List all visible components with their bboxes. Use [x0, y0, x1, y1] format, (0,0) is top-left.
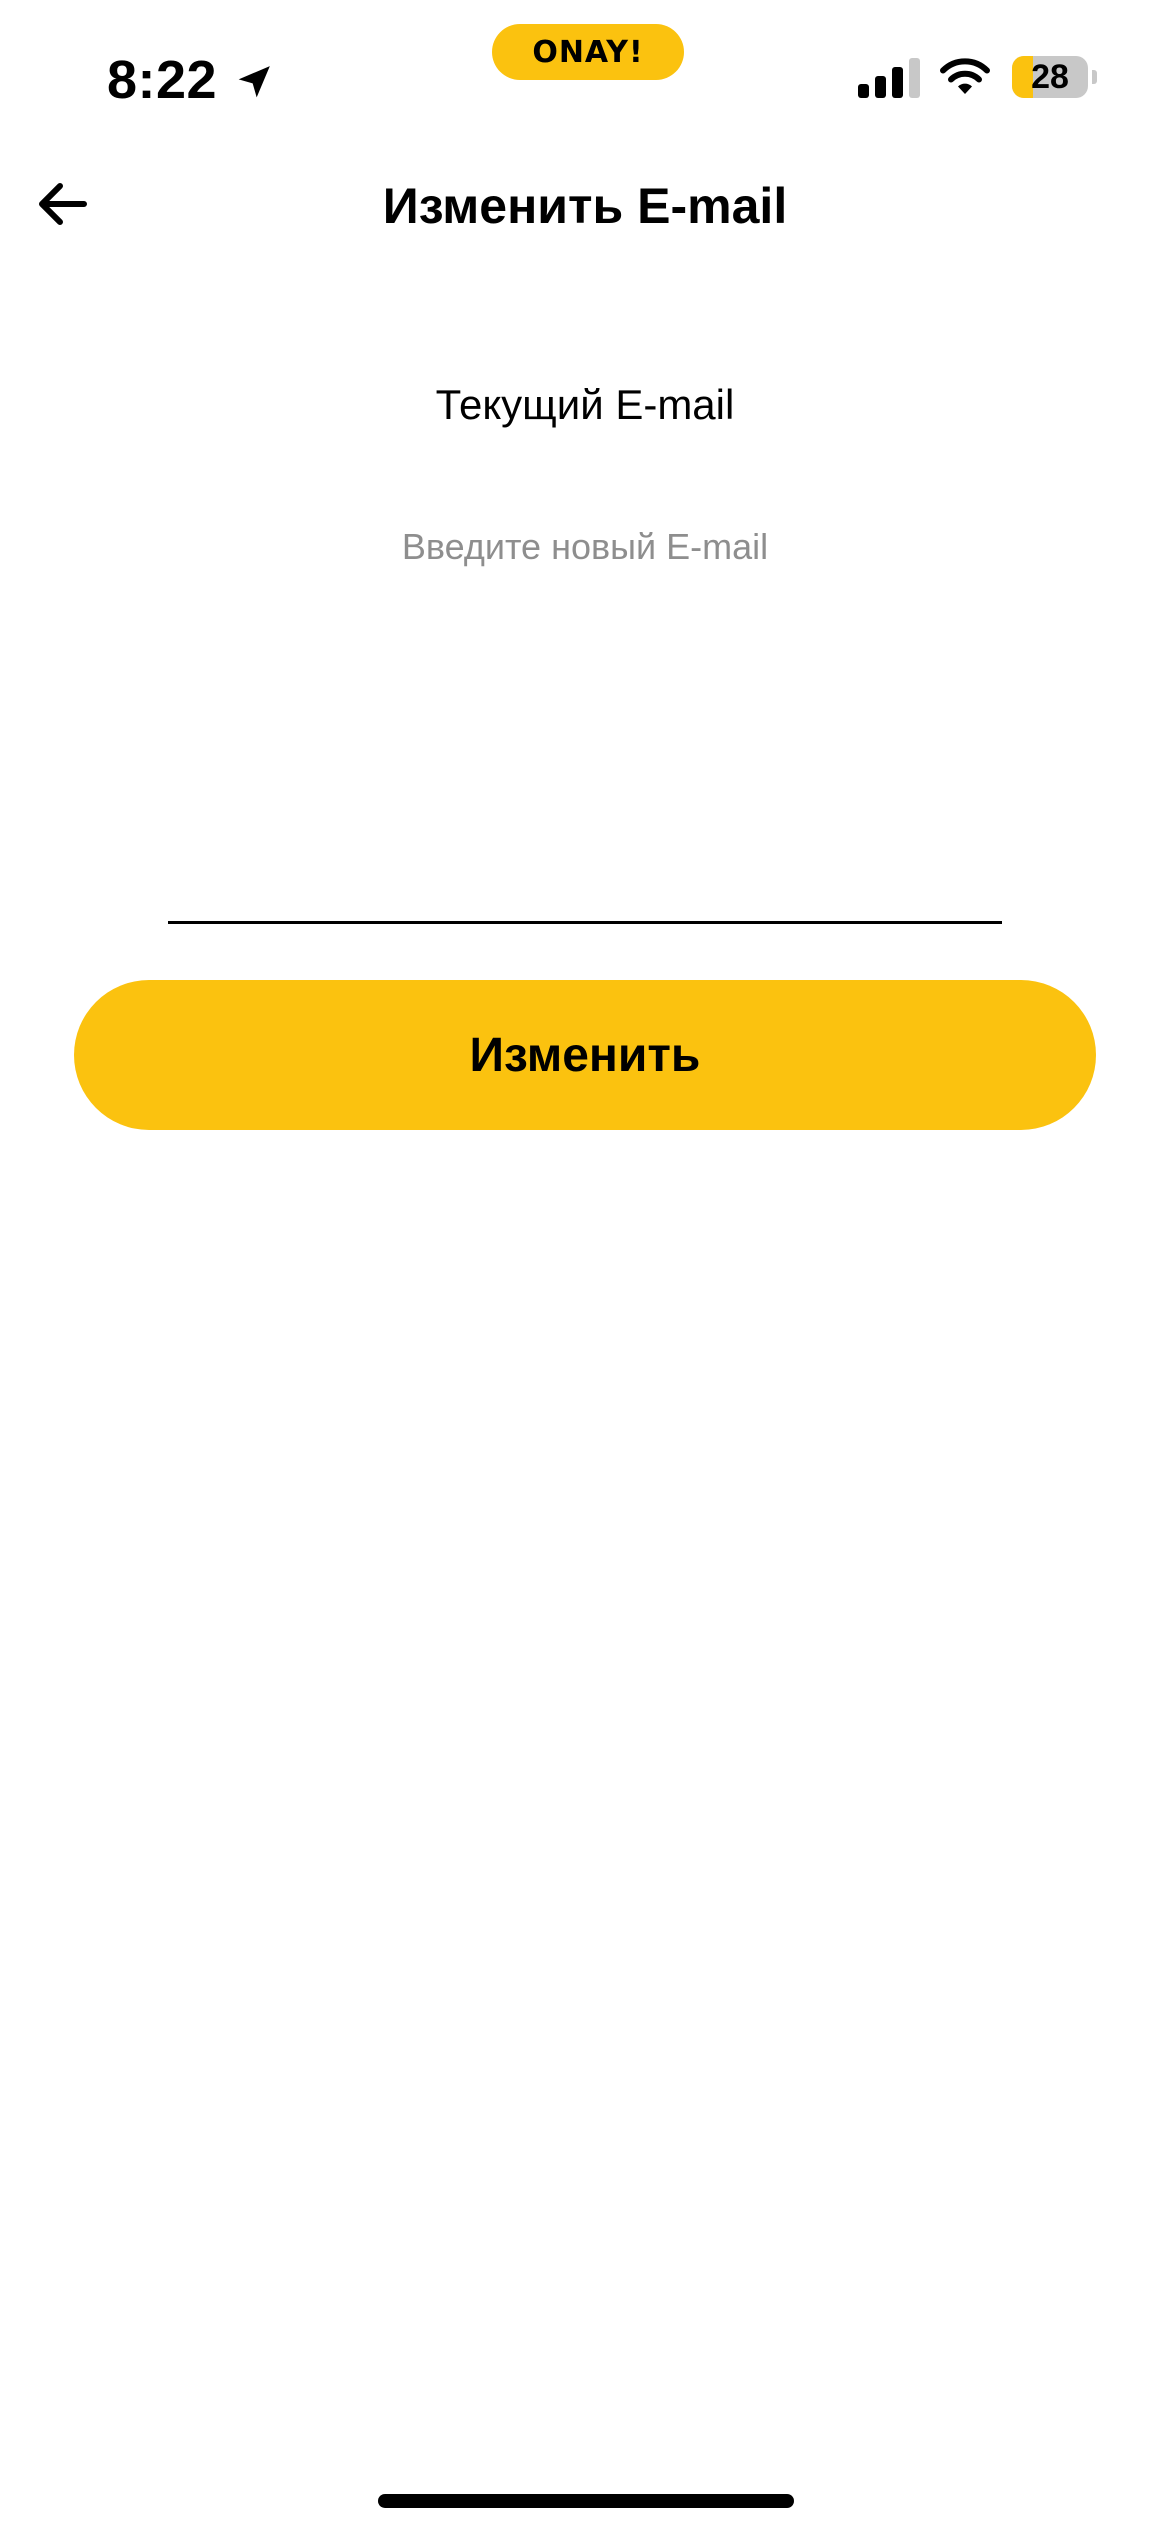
current-email-label: Текущий E-mail — [435, 381, 735, 428]
page-title: Изменить E-mail — [382, 178, 788, 234]
app-pill-label: ONAY! — [532, 34, 644, 70]
battery-level: 28 — [1031, 57, 1069, 96]
app-status-pill[interactable]: ONAY! — [492, 24, 684, 80]
wifi-icon — [940, 58, 990, 94]
battery-cap — [1092, 70, 1097, 84]
home-indicator — [378, 2494, 794, 2508]
cellular-signal-icon — [858, 58, 920, 98]
change-email-screen: 8:22 ONAY! 28 Изменить E-mail Текущий E-… — [0, 0, 1170, 2532]
change-email-button[interactable]: Изменить — [74, 980, 1096, 1130]
battery-indicator: 28 — [1012, 56, 1088, 98]
status-time: 8:22 — [107, 50, 218, 110]
new-email-input[interactable] — [168, 512, 1002, 924]
location-arrow-icon — [238, 66, 270, 98]
